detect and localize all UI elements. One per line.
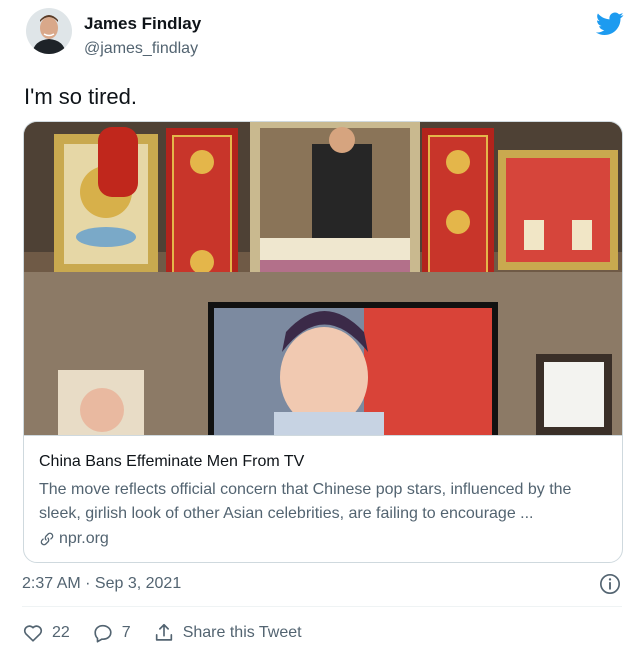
tweet-actions: 22 7 Share this Tweet — [22, 620, 324, 646]
author-avatar[interactable] — [26, 8, 72, 54]
like-count: 22 — [52, 624, 70, 641]
card-description: The move reflects official concern that … — [39, 481, 572, 522]
reply-button[interactable]: 7 — [92, 622, 131, 644]
tweet-timestamp[interactable]: 2:37 AM · Sep 3, 2021 — [22, 575, 181, 593]
card-domain[interactable]: npr.org — [39, 530, 109, 548]
person-avatar-icon — [26, 8, 72, 54]
reply-icon — [94, 624, 112, 643]
share-icon — [155, 623, 172, 641]
author-handle[interactable]: @james_findlay — [84, 40, 198, 58]
link-icon — [40, 532, 54, 546]
info-icon[interactable] — [599, 573, 621, 595]
divider — [22, 606, 622, 607]
twitter-bird-icon[interactable] — [596, 12, 624, 36]
card-domain-text: npr.org — [59, 530, 109, 547]
tweet: James Findlay @james_findlay I'm so tire… — [0, 0, 640, 650]
card-body: China Bans Effeminate Men From TV The mo… — [24, 435, 622, 562]
share-label: Share this Tweet — [182, 624, 302, 641]
author-name[interactable]: James Findlay — [84, 14, 201, 34]
card-title[interactable]: China Bans Effeminate Men From TV — [39, 453, 304, 471]
tweet-text: I'm so tired. — [24, 84, 138, 109]
link-card[interactable]: China Bans Effeminate Men From TV The mo… — [23, 121, 623, 563]
card-news-photo — [24, 122, 622, 435]
like-button[interactable]: 22 — [22, 622, 70, 644]
heart-icon — [23, 625, 43, 642]
share-button[interactable]: Share this Tweet — [153, 622, 302, 644]
reply-count: 7 — [121, 624, 131, 641]
